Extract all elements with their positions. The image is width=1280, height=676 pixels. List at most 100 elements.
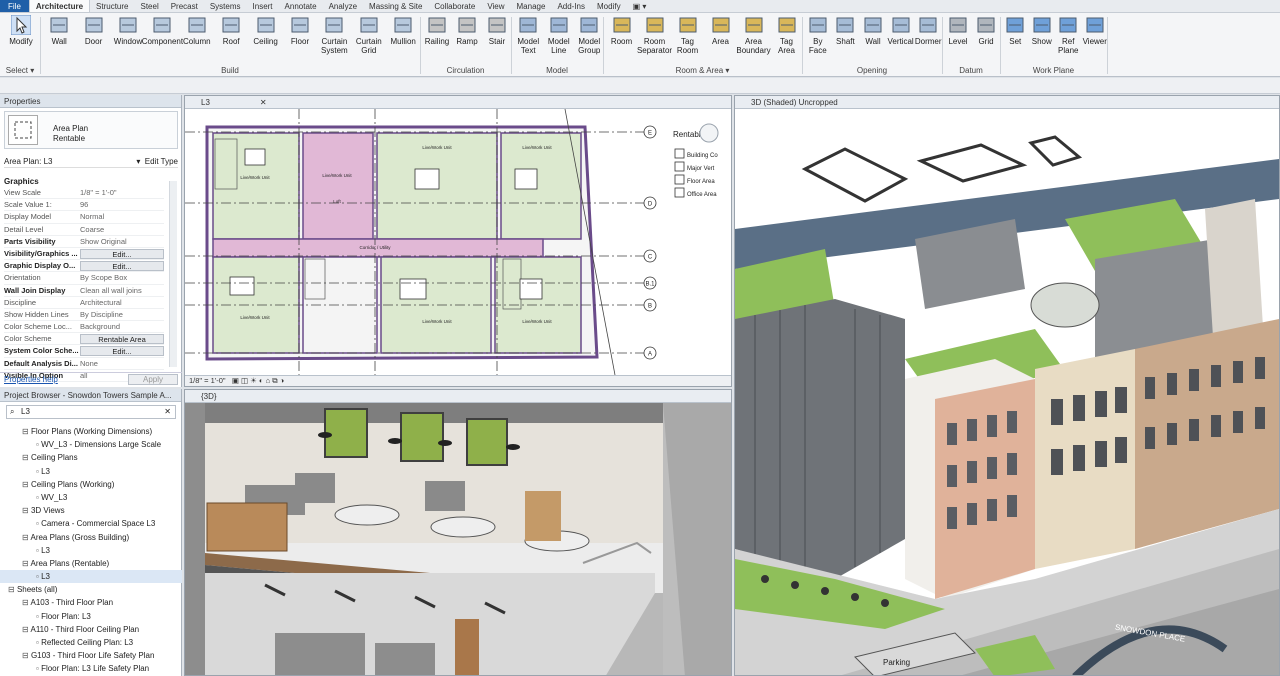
collapse-toggle-icon[interactable]: ⊟ [22, 480, 31, 489]
property-edit-button[interactable]: Edit... [80, 248, 164, 259]
property-row[interactable]: Wall Join Display Clean all wall joins [4, 285, 164, 297]
area-button[interactable]: Area [704, 15, 737, 65]
ribbon-minimize-icon[interactable]: ▣ ▾ [627, 0, 653, 12]
ref-plane-button[interactable]: Ref Plane [1055, 15, 1082, 65]
property-edit-button[interactable]: Rentable Area [80, 334, 164, 345]
curtain-grid-button[interactable]: Curtain Grid [352, 15, 386, 65]
plan-view-control-bar[interactable]: 1/8" = 1'-0" ▣ ◫ ☀ ◐ ⌂ ⧉ ◑ [185, 375, 731, 386]
property-row[interactable]: Graphic Display O... Edit... [4, 260, 164, 273]
property-row[interactable]: Visibility/Graphics ... Edit... [4, 248, 164, 261]
clear-search-icon[interactable]: ✕ [164, 406, 171, 418]
instance-selector[interactable]: Area Plan: L3 [4, 156, 52, 167]
tab-architecture[interactable]: Architecture [28, 0, 91, 12]
roof-button[interactable]: Roof [214, 15, 248, 65]
shaft-button[interactable]: Shaft [832, 15, 860, 65]
property-row[interactable]: Detail Level Coarse [4, 224, 164, 236]
property-row[interactable]: Color Scheme Loc... Background [4, 321, 164, 334]
plan-view[interactable]: L3 ✕ E D C B.1 B A Live/Work Unit Live/Work Uni… [184, 95, 732, 387]
browser-tree-item[interactable]: ⊟ G103 - Third Floor Life Safety Plan [0, 649, 182, 662]
browser-tree-item[interactable]: ⊟ 3D Views [0, 504, 182, 517]
property-row[interactable]: Discipline Architectural [4, 297, 164, 309]
show-button[interactable]: Show [1029, 15, 1056, 65]
curtain-system-button[interactable]: Curtain System [317, 15, 351, 65]
browser-tree-item[interactable]: ▫ WV_L3 [0, 491, 182, 504]
browser-tree-item[interactable]: ⊟ Floor Plans (Working Dimensions) [0, 425, 182, 438]
tab-file[interactable]: File [0, 0, 29, 12]
browser-tree-item[interactable]: ▫ Camera - Commercial Space L3 [0, 517, 182, 530]
grid-button[interactable]: Grid [972, 15, 1000, 65]
property-row[interactable]: View Scale 1/8" = 1'-0" [4, 187, 164, 200]
browser-tree-item[interactable]: ⊟ Sheets (all) [0, 583, 182, 596]
tab-systems[interactable]: Systems [204, 0, 247, 12]
ceiling-button[interactable]: Ceiling [248, 15, 282, 65]
browser-tree-item[interactable]: ⊟ Ceiling Plans (Working) [0, 478, 182, 491]
section-view-tab[interactable]: {3D} [201, 392, 217, 401]
wall-button[interactable]: Wall [42, 15, 76, 65]
shaded-view-tab[interactable]: 3D (Shaded) Uncropped [751, 98, 838, 107]
area-boundary-button[interactable]: Area Boundary [736, 15, 771, 65]
dormer-button[interactable]: Dormer [914, 15, 942, 65]
stair-button[interactable]: Stair [482, 15, 512, 65]
column-button[interactable]: Column [180, 15, 214, 65]
collapse-toggle-icon[interactable]: ⊟ [22, 506, 31, 515]
set-button[interactable]: Set [1002, 15, 1029, 65]
tab-steel[interactable]: Steel [134, 0, 164, 12]
collapse-toggle-icon[interactable]: ⊟ [22, 427, 31, 436]
edit-type-button[interactable]: ▾ Edit Type [136, 156, 178, 167]
browser-tree-item[interactable]: ▫ L3 [0, 544, 182, 557]
properties-scrollbar[interactable] [169, 181, 177, 367]
apply-button[interactable]: Apply [128, 374, 178, 385]
browser-tree-item[interactable]: ▫ Reflected Ceiling Plan: L3 [0, 636, 182, 649]
railing-button[interactable]: Railing [422, 15, 452, 65]
close-view-icon[interactable]: ✕ [260, 98, 267, 107]
tab-manage[interactable]: Manage [511, 0, 552, 12]
vertical-button[interactable]: Vertical [887, 15, 915, 65]
tag-area-button[interactable]: Tag Area [770, 15, 803, 65]
property-edit-button[interactable]: Edit... [80, 261, 164, 272]
browser-tree-item[interactable]: ▫ L3 [0, 465, 182, 478]
browser-tree-item[interactable]: ▫ WV_L3 - Dimensions Large Scale [0, 438, 182, 451]
property-row[interactable]: Default Analysis Di... None [4, 358, 164, 370]
section-3d-view[interactable]: {3D} [184, 389, 732, 676]
window-button[interactable]: Window [111, 15, 145, 65]
tab-massing-site[interactable]: Massing & Site [363, 0, 428, 12]
plan-view-tab[interactable]: L3 [201, 98, 210, 107]
room-separator-button[interactable]: Room Separator [637, 15, 672, 65]
browser-tree-item[interactable]: ⊟ Area Plans (Rentable) [0, 557, 182, 570]
floor-button[interactable]: Floor [283, 15, 317, 65]
level-button[interactable]: Level [944, 15, 972, 65]
property-row[interactable]: Parts Visibility Show Original [4, 236, 164, 248]
shaded-3d-view[interactable]: 3D (Shaded) Uncropped SNOWDON PLACE Park… [734, 95, 1280, 676]
select-panel-label[interactable]: Select ▾ [0, 66, 40, 76]
tab-collaborate[interactable]: Collaborate [428, 0, 481, 12]
tab-annotate[interactable]: Annotate [279, 0, 323, 12]
browser-tree-item[interactable]: ▫ Floor Plan: L3 [0, 610, 182, 623]
model-text-button[interactable]: Model Text [513, 15, 544, 65]
collapse-toggle-icon[interactable]: ⊟ [22, 453, 31, 462]
model-line-button[interactable]: Model Line [544, 15, 575, 65]
property-row[interactable]: Orientation By Scope Box [4, 272, 164, 285]
tab-structure[interactable]: Structure [90, 0, 134, 12]
property-edit-button[interactable]: Edit... [80, 346, 164, 357]
browser-search-input[interactable]: ⌕ L3 ✕ [6, 405, 176, 419]
mullion-button[interactable]: Mullion [386, 15, 420, 65]
wall-button[interactable]: Wall [859, 15, 887, 65]
room-area-panel-label[interactable]: Room & Area ▾ [603, 66, 802, 76]
tab-add-ins[interactable]: Add-Ins [551, 0, 591, 12]
type-selector[interactable]: Area Plan Rentable [4, 111, 178, 149]
tab-modify[interactable]: Modify [591, 0, 627, 12]
properties-help-link[interactable]: Properties help [4, 375, 58, 384]
browser-tree-item[interactable]: ⊟ Area Plans (Gross Building) [0, 531, 182, 544]
browser-tree-item[interactable]: ⊟ Ceiling Plans [0, 451, 182, 464]
door-button[interactable]: Door [76, 15, 110, 65]
modify-button[interactable]: Modify [5, 15, 37, 65]
by-face-button[interactable]: By Face [804, 15, 832, 65]
model-group-button[interactable]: Model Group [574, 15, 605, 65]
property-row[interactable]: Scale Value 1: 96 [4, 199, 164, 212]
tab-view[interactable]: View [481, 0, 510, 12]
browser-tree-item[interactable]: ⊟ A103 - Third Floor Plan [0, 596, 182, 609]
property-row[interactable]: Display Model Normal [4, 211, 164, 224]
collapse-toggle-icon[interactable]: ⊟ [22, 651, 31, 660]
browser-tree-item[interactable]: ▫ Floor Plan: L3 Life Safety Plan [0, 662, 182, 675]
graphics-group-header[interactable]: Graphics [4, 177, 39, 186]
